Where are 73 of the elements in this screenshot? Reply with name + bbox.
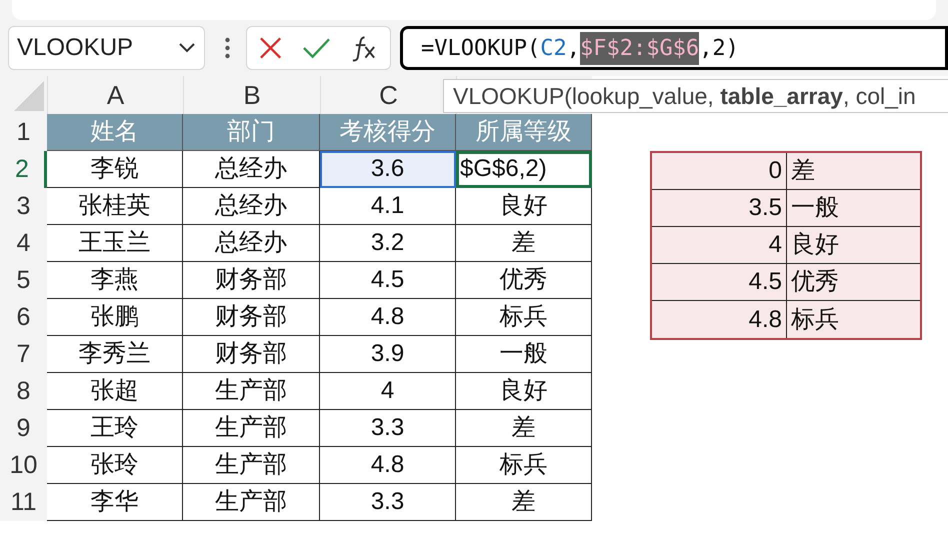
table-cell: 3.2 [320, 225, 456, 262]
table-cell-text: 优秀 [790, 267, 840, 297]
active-cell: $G$6,2) [456, 151, 592, 188]
header-cell: 所属等级 [456, 114, 592, 151]
checkmark-icon[interactable] [302, 37, 332, 59]
table-cell: 优秀 [456, 262, 592, 299]
table-cell-text: 差 [790, 156, 816, 186]
table-cell: 标兵 [456, 299, 592, 336]
table-cell: 4 [320, 373, 456, 410]
table-cell: 3.5 [652, 190, 787, 226]
table-cell: 3.6 [320, 151, 456, 188]
row-header[interactable]: 2 [0, 151, 47, 188]
table-cell: 生产部 [183, 447, 320, 484]
more-options-icon[interactable] [225, 37, 230, 59]
row-header[interactable]: 9 [0, 410, 47, 447]
table-cell: 4.8 [320, 299, 456, 336]
table-cell: 3.3 [320, 410, 456, 447]
table-cell: 生产部 [183, 373, 320, 410]
row-header[interactable]: 8 [0, 373, 47, 410]
cancel-icon[interactable] [259, 36, 282, 60]
row-header[interactable]: 1 [0, 114, 47, 151]
table-cell: 4 [652, 227, 787, 263]
table-cell: 生产部 [183, 410, 320, 447]
table-cell: 王玉兰 [47, 225, 183, 262]
table-cell: 良好 [456, 188, 592, 225]
function-icon[interactable] [351, 34, 378, 62]
name-box-value: VLOOKUP [17, 33, 134, 63]
table-cell: 3.9 [320, 336, 456, 373]
table-cell: 4.5 [320, 262, 456, 299]
table-cell: 总经办 [183, 225, 320, 262]
row-header[interactable]: 11 [0, 484, 47, 521]
table-cell-text: 一般 [790, 193, 840, 223]
table-cell: 良好 [456, 373, 592, 410]
table-cell: 4.8 [320, 447, 456, 484]
function-tooltip: VLOOKUP(lookup_value, table_array, col_in [443, 79, 948, 113]
header-cell: 考核得分 [320, 114, 456, 151]
table-cell: 李秀兰 [47, 336, 183, 373]
table-cell: 张玲 [47, 447, 183, 484]
table-cell: 4.8 [652, 301, 787, 338]
row-header[interactable]: 4 [0, 225, 47, 262]
table-cell-text: 标兵 [790, 304, 840, 334]
name-box[interactable]: VLOOKUP [8, 26, 205, 70]
formula-field[interactable]: =VLOOKUP(C2,$F$2:$G$6,2) [400, 26, 948, 70]
row-header[interactable]: 10 [0, 447, 47, 484]
table-cell: 总经办 [183, 188, 320, 225]
table-cell: 财务部 [183, 299, 320, 336]
table-cell: 标兵 [456, 447, 592, 484]
table-cell: 一般 [456, 336, 592, 373]
header-cell: 姓名 [47, 114, 183, 151]
row-header[interactable]: 5 [0, 262, 47, 299]
table-cell: 张超 [47, 373, 183, 410]
table-cell: 4.5 [652, 264, 787, 300]
table-cell: 李锐 [47, 151, 183, 188]
table-cell: 王玲 [47, 410, 183, 447]
table-cell: 生产部 [183, 484, 320, 521]
table-cell: 差 [456, 225, 592, 262]
table-cell: 0 [652, 153, 787, 189]
table-cell: 财务部 [183, 336, 320, 373]
row-header[interactable]: 7 [0, 336, 47, 373]
table-cell: 3.3 [320, 484, 456, 521]
table-cell: 李华 [47, 484, 183, 521]
table-cell: 李燕 [47, 262, 183, 299]
table-cell: 差 [456, 484, 592, 521]
table-cell: 张桂英 [47, 188, 183, 225]
row-header[interactable]: 3 [0, 188, 47, 225]
table-cell-text: 良好 [790, 230, 840, 260]
table-cell: 张鹏 [47, 299, 183, 336]
header-cell: 部门 [183, 114, 320, 151]
row-header[interactable]: 6 [0, 299, 47, 336]
table-cell: 4.1 [320, 188, 456, 225]
dropdown-chevron-icon[interactable] [178, 42, 196, 54]
table-cell: 差 [456, 410, 592, 447]
table-cell: 财务部 [183, 262, 320, 299]
